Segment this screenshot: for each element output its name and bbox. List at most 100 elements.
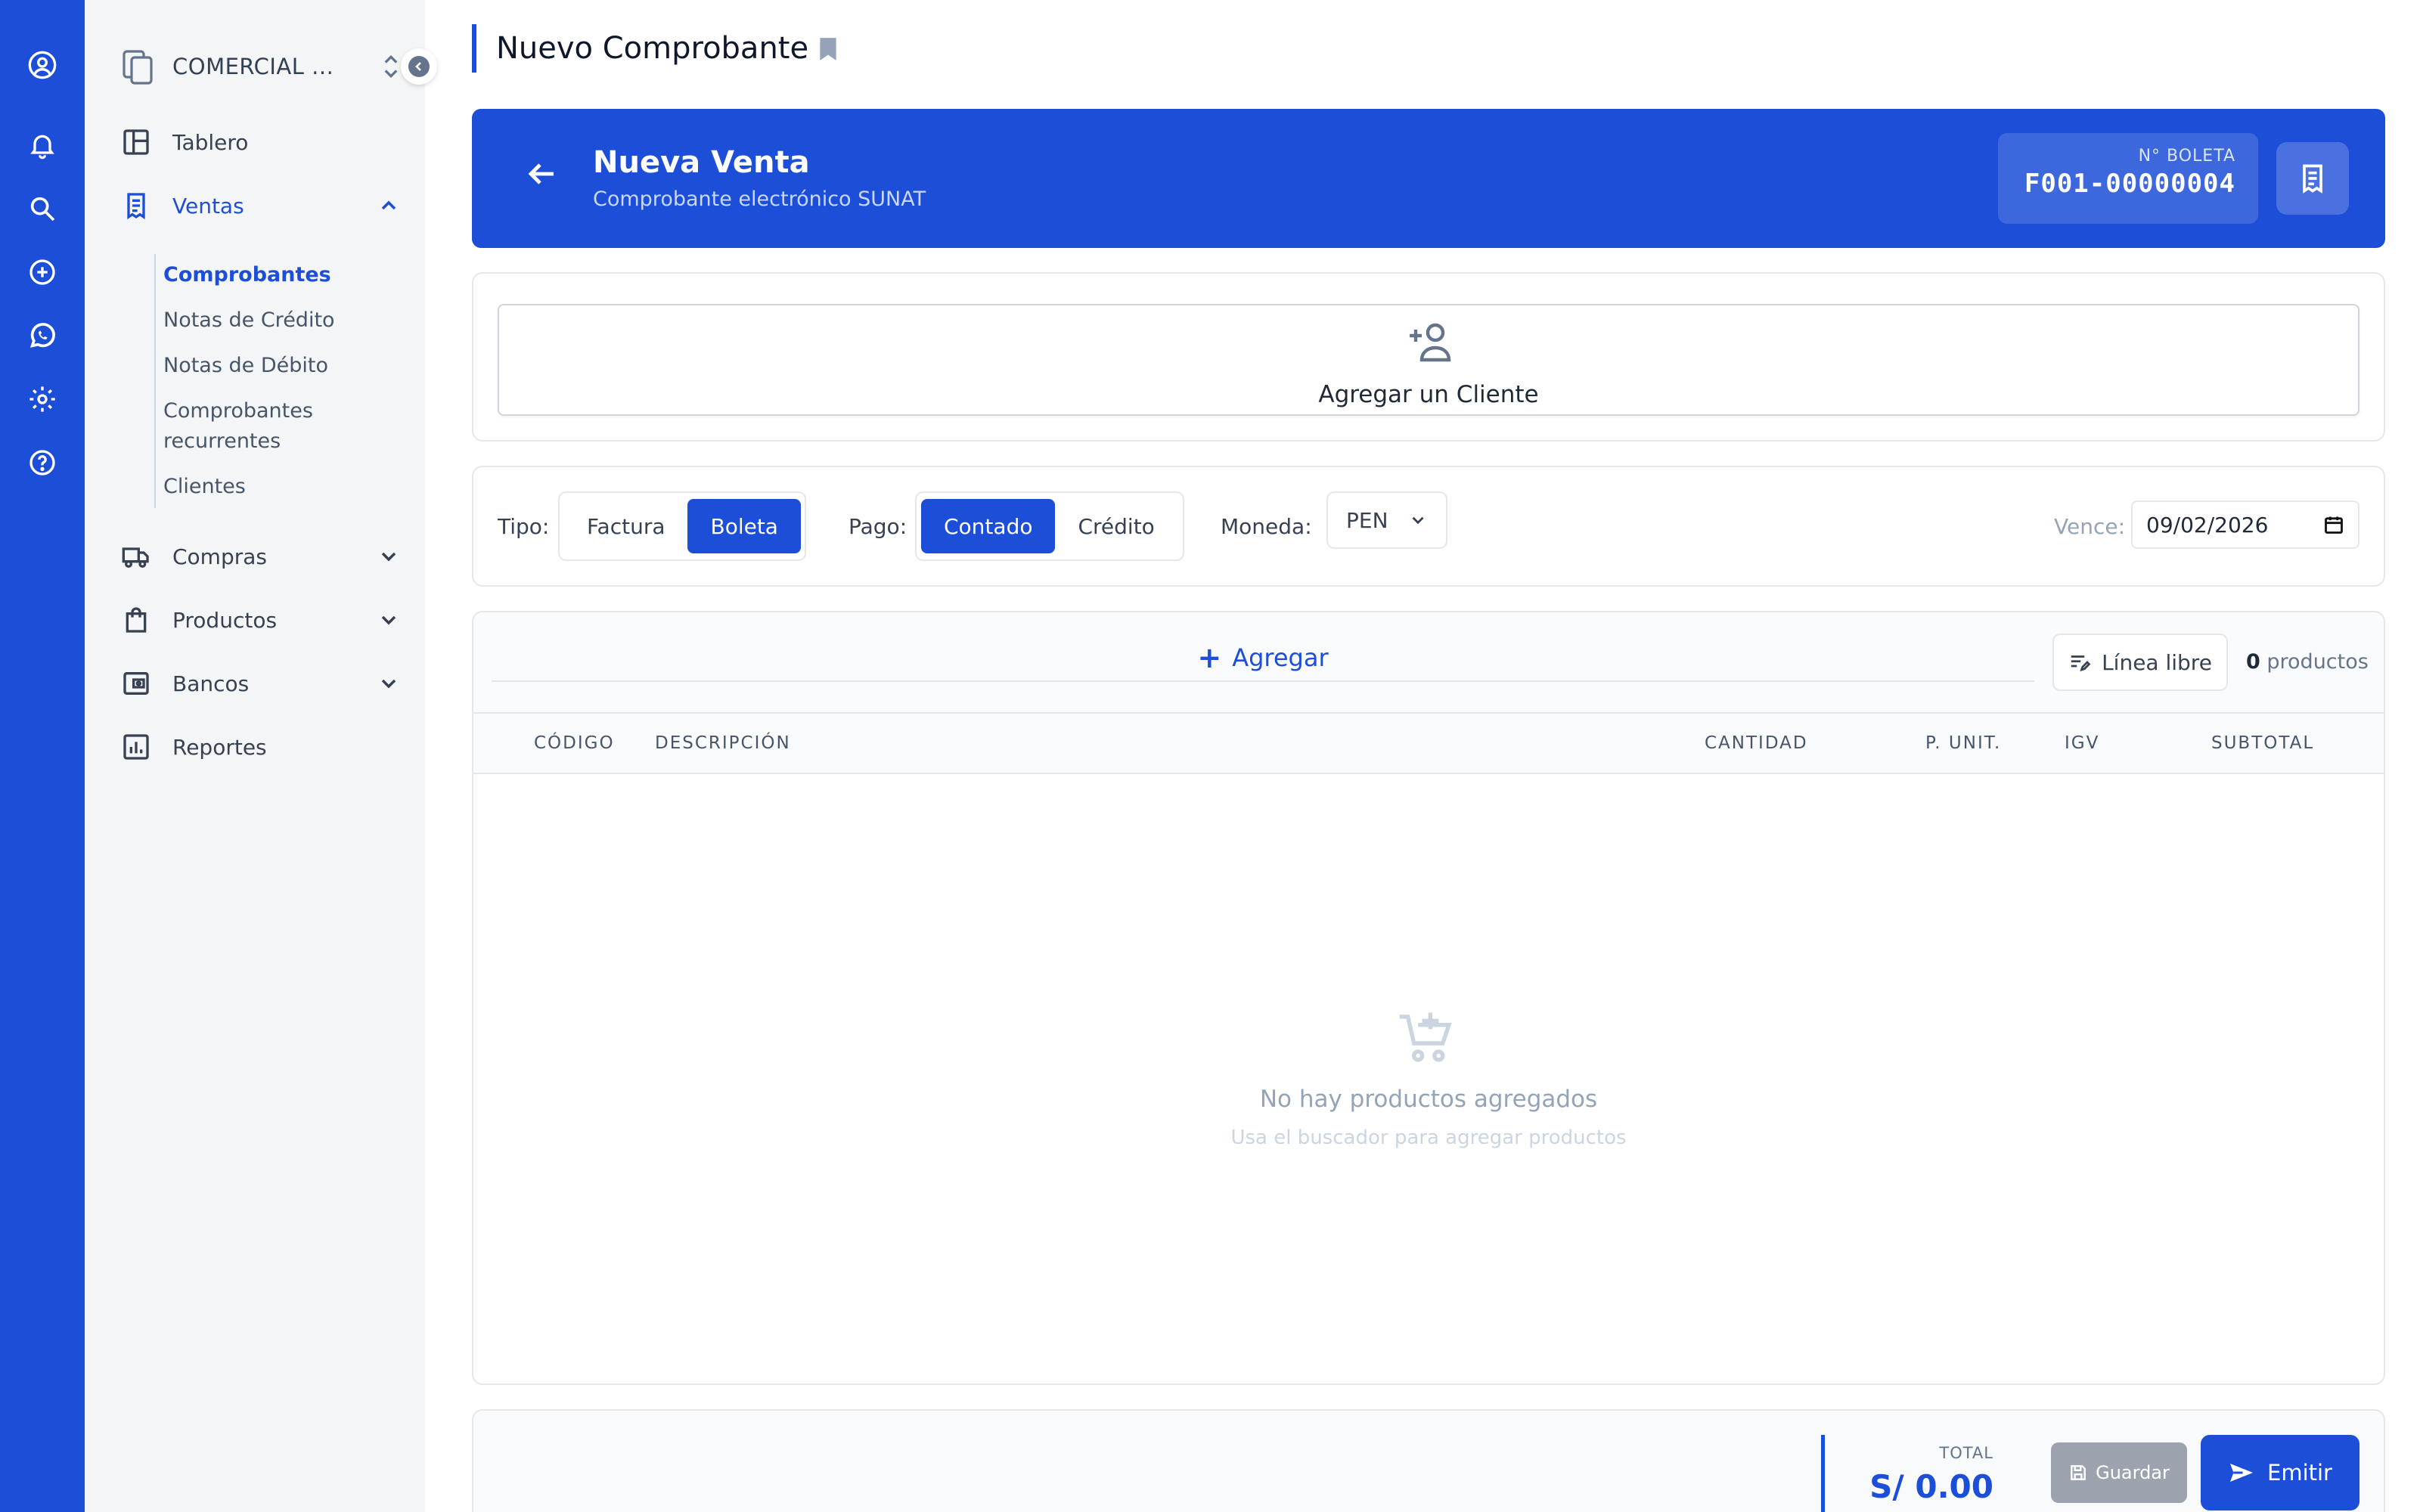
products-card: + Agregar Línea libre 0 productos CÓDIGO… xyxy=(472,611,2385,1385)
chevron-down-icon xyxy=(381,552,396,562)
add-client-label: Agregar un Cliente xyxy=(1318,381,1539,408)
column-header-precio-unitario[interactable]: P. UNIT. xyxy=(1925,733,2001,753)
calendar-icon[interactable] xyxy=(2323,514,2344,535)
sidebar-item-bancos[interactable]: Bancos xyxy=(121,659,401,708)
receipt-icon xyxy=(2303,164,2322,194)
total-label: TOTAL xyxy=(1939,1444,1993,1462)
sidebar-item-ventas[interactable]: Ventas xyxy=(121,181,401,230)
sale-subtitle: Comprobante electrónico SUNAT xyxy=(593,187,926,211)
cart-plus-icon xyxy=(1399,1012,1452,1062)
free-line-button[interactable]: Línea libre xyxy=(2052,634,2228,691)
sidebar-item-label: Productos xyxy=(172,607,278,633)
document-type-button[interactable] xyxy=(2276,142,2349,215)
sale-title: Nueva Venta xyxy=(593,145,810,180)
add-product-button[interactable]: + Agregar xyxy=(492,635,2034,682)
save-label: Guardar xyxy=(2096,1462,2170,1483)
page-title-accent xyxy=(472,24,476,73)
gear-icon[interactable] xyxy=(21,378,64,420)
documents-icon xyxy=(123,50,153,85)
add-product-label: Agregar xyxy=(1232,643,1329,672)
tipo-segmented-control: Factura Boleta xyxy=(558,491,806,561)
moneda-value: PEN xyxy=(1346,507,1388,533)
bell-icon[interactable] xyxy=(21,124,64,166)
pago-label: Pago: xyxy=(849,514,908,539)
sidebar-item-productos[interactable]: Productos xyxy=(121,596,401,644)
column-header-descripcion[interactable]: DESCRIPCIÓN xyxy=(655,733,791,753)
moneda-label: Moneda: xyxy=(1221,514,1312,539)
product-count-value: 0 xyxy=(2246,650,2260,674)
pago-option-contado[interactable]: Contado xyxy=(921,499,1056,553)
company-name: COMERCIAL ... xyxy=(172,54,334,79)
sidebar-subitem-notas-debito[interactable]: Notas de Débito xyxy=(163,351,328,381)
bookmark-icon[interactable] xyxy=(817,36,839,62)
client-card: Agregar un Cliente xyxy=(472,272,2385,442)
total-accent xyxy=(1821,1435,1825,1512)
icon-rail xyxy=(0,0,85,1512)
dashboard-icon xyxy=(123,129,149,155)
chevron-down-icon xyxy=(381,615,396,625)
floppy-disk-icon xyxy=(2071,1465,2086,1480)
sidebar-item-label: Tablero xyxy=(172,129,249,155)
sale-header-banner: Nueva Venta Comprobante electrónico SUNA… xyxy=(472,109,2385,248)
truck-icon xyxy=(122,547,149,568)
sidebar-subitem-comprobantes[interactable]: Comprobantes xyxy=(163,260,331,290)
sidebar-subitem-clientes[interactable]: Clientes xyxy=(163,472,246,502)
sort-arrows-icon xyxy=(384,54,398,79)
whatsapp-icon[interactable] xyxy=(21,314,64,357)
vence-date-value: 09/02/2026 xyxy=(2146,512,2269,538)
chevron-down-icon xyxy=(1412,516,1424,525)
totals-footer: TOTAL S/ 0.00 Guardar Emitir xyxy=(472,1409,2385,1512)
product-count: 0 productos xyxy=(2246,650,2369,674)
add-client-button[interactable]: Agregar un Cliente xyxy=(498,304,2360,416)
user-circle-icon[interactable] xyxy=(21,44,64,86)
column-header-igv[interactable]: IGV xyxy=(2065,733,2099,753)
emit-button[interactable]: Emitir xyxy=(2201,1435,2360,1510)
sidebar-subitem-notas-credito[interactable]: Notas de Crédito xyxy=(163,305,335,336)
empty-state-subtitle: Usa el buscador para agregar productos xyxy=(1230,1126,1627,1149)
plus-circle-icon[interactable] xyxy=(21,251,64,293)
vence-date-input[interactable]: 09/02/2026 xyxy=(2131,500,2360,549)
pago-option-credito[interactable]: Crédito xyxy=(1055,499,1177,553)
search-icon[interactable] xyxy=(21,187,64,230)
column-header-cantidad[interactable]: CANTIDAD xyxy=(1705,733,1808,753)
product-count-label: productos xyxy=(2266,650,2369,674)
empty-state-title: No hay productos agregados xyxy=(1259,1086,1598,1113)
chevron-down-icon xyxy=(381,679,396,689)
shopping-bag-icon xyxy=(126,607,147,633)
wallet-icon xyxy=(123,672,149,695)
sidebar-item-tablero[interactable]: Tablero xyxy=(121,118,401,166)
sidebar-item-label: Compras xyxy=(172,544,267,569)
send-icon xyxy=(2230,1464,2253,1482)
bar-chart-icon xyxy=(123,734,149,760)
edit-lines-icon xyxy=(2071,655,2091,672)
column-header-codigo[interactable]: CÓDIGO xyxy=(534,733,615,753)
vence-label: Vence: xyxy=(2054,514,2126,539)
column-header-subtotal[interactable]: SUBTOTAL xyxy=(2211,733,2314,753)
plus-icon: + xyxy=(1197,641,1222,674)
submenu-guide xyxy=(154,254,156,508)
sidebar-item-compras[interactable]: Compras xyxy=(121,532,401,581)
tipo-option-boleta[interactable]: Boleta xyxy=(687,499,801,553)
save-button[interactable]: Guardar xyxy=(2051,1442,2187,1503)
sidebar-item-reportes[interactable]: Reportes xyxy=(121,723,401,771)
company-switcher[interactable]: COMERCIAL ... xyxy=(121,42,401,91)
sidebar-item-label: Reportes xyxy=(172,734,267,760)
document-number-value: F001-00000004 xyxy=(2024,169,2235,199)
table-body: No hay productos agregados Usa el buscad… xyxy=(473,774,2384,1383)
sidebar-item-label: Bancos xyxy=(172,671,250,696)
document-number-box: N° BOLETA F001-00000004 xyxy=(1998,133,2258,224)
chevron-left-icon xyxy=(408,56,430,77)
sidebar-subitem-comprobantes-recurrentes[interactable]: Comprobantes recurrentes xyxy=(163,396,360,457)
add-user-icon xyxy=(1410,323,1451,362)
help-circle-icon[interactable] xyxy=(21,442,64,484)
receipt-icon xyxy=(127,193,145,220)
collapse-sidebar-button[interactable] xyxy=(401,48,437,85)
document-number-label: N° BOLETA xyxy=(2138,147,2235,166)
moneda-select[interactable]: PEN xyxy=(1326,491,1447,549)
document-options-card: Tipo: Factura Boleta Pago: Contado Crédi… xyxy=(472,466,2385,587)
sidebar: COMERCIAL ... Tablero Ventas Comprobante… xyxy=(85,0,437,1512)
total-value: S/ 0.00 xyxy=(1869,1468,1993,1505)
emit-label: Emitir xyxy=(2267,1460,2332,1486)
arrow-left-icon[interactable] xyxy=(523,156,560,192)
tipo-option-factura[interactable]: Factura xyxy=(564,499,687,553)
